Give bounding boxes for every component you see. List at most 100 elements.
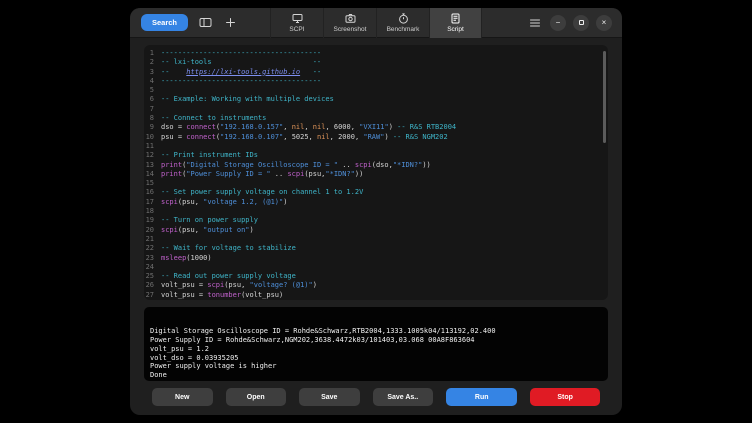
code-text: -- Wait for voltage to stabilize [161, 244, 296, 253]
minimize-button[interactable]: − [550, 15, 566, 31]
code-text: -- Turn on power supply [161, 216, 258, 225]
camera-icon [345, 13, 356, 24]
line-number: 25 [144, 272, 161, 281]
line-number: 7 [144, 105, 161, 114]
code-text: dso = connect("192.168.0.157", nil, nil,… [161, 123, 456, 132]
menu-button[interactable] [527, 15, 543, 31]
line-number: 26 [144, 281, 161, 290]
code-text: -------------------------------------- [161, 77, 321, 86]
line-number: 5 [144, 86, 161, 95]
line-number: 6 [144, 95, 161, 104]
code-text: volt_psu = tonumber(volt_psu) [161, 291, 283, 300]
titlebar: Search SCPI Screenshot Benchmark [130, 8, 622, 38]
new-tab-button[interactable] [222, 15, 238, 31]
code-line: 5 [144, 86, 608, 95]
code-text: print("Digital Storage Oscilloscope ID =… [161, 161, 431, 170]
code-text: -- lxi-tools -- [161, 58, 321, 67]
code-line: 14print("Power Supply ID = " .. scpi(psu… [144, 170, 608, 179]
code-line: 4-------------------------------------- [144, 77, 608, 86]
code-text: volt_psu = scpi(psu, "voltage? (@1)") [161, 281, 317, 290]
window-content: 1--------------------------------------2… [130, 38, 622, 415]
line-number: 16 [144, 188, 161, 197]
code-text: scpi(psu, "voltage 1.2, (@1)") [161, 198, 287, 207]
console-line: volt_psu = 1.2 [150, 345, 602, 354]
line-number: 3 [144, 68, 161, 77]
lxi-tools-window: Search SCPI Screenshot Benchmark [130, 8, 622, 415]
stop-button[interactable]: Stop [530, 388, 600, 406]
new-button[interactable]: New [152, 388, 213, 406]
code-line: 17scpi(psu, "voltage 1.2, (@1)") [144, 198, 608, 207]
code-text: -------------------------------------- [161, 49, 321, 58]
code-line: 11 [144, 142, 608, 151]
maximize-button[interactable] [573, 15, 589, 31]
display-icon [292, 13, 303, 24]
hamburger-icon [529, 18, 541, 28]
code-line: 1-------------------------------------- [144, 49, 608, 58]
run-button[interactable]: Run [446, 388, 517, 406]
code-line: 22-- Wait for voltage to stabilize [144, 244, 608, 253]
code-text: -- Print instrument IDs [161, 151, 258, 160]
line-number: 2 [144, 58, 161, 67]
code-text: -- Read out power supply voltage [161, 272, 296, 281]
console-line: volt_dso = 0.03935205 [150, 354, 602, 363]
maximize-icon [579, 20, 584, 25]
titlebar-right-controls: − × [527, 15, 622, 31]
line-number: 11 [144, 142, 161, 151]
line-number: 27 [144, 291, 161, 300]
code-line: 24 [144, 263, 608, 272]
code-line: 15 [144, 179, 608, 188]
code-line: 20scpi(psu, "output on") [144, 226, 608, 235]
save-button[interactable]: Save [299, 388, 360, 406]
line-number: 17 [144, 198, 161, 207]
code-text: print("Power Supply ID = " .. scpi(psu,"… [161, 170, 363, 179]
code-line: 6-- Example: Working with multiple devic… [144, 95, 608, 104]
save-as-button[interactable]: Save As.. [373, 388, 434, 406]
line-number: 14 [144, 170, 161, 179]
code-text: -- Connect to instruments [161, 114, 266, 123]
stopwatch-icon [398, 13, 409, 24]
code-lines: 1--------------------------------------2… [144, 49, 608, 300]
tab-scpi[interactable]: SCPI [270, 8, 323, 38]
console-line: Power Supply ID = Rohde&Schwarz,NGM202,3… [150, 336, 602, 345]
open-button[interactable]: Open [226, 388, 287, 406]
sidebar-icon [199, 17, 212, 28]
script-icon [450, 13, 461, 24]
titlebar-left-controls: Search [130, 14, 238, 31]
editor-scrollbar[interactable] [603, 51, 606, 143]
line-number: 20 [144, 226, 161, 235]
code-line: 19-- Turn on power supply [144, 216, 608, 225]
sidebar-toggle-button[interactable] [197, 15, 213, 31]
script-editor[interactable]: 1--------------------------------------2… [144, 45, 608, 300]
line-number: 18 [144, 207, 161, 216]
line-number: 19 [144, 216, 161, 225]
code-line: 8-- Connect to instruments [144, 114, 608, 123]
code-line: 10psu = connect("192.168.0.107", 5025, n… [144, 133, 608, 142]
code-line: 23msleep(1000) [144, 254, 608, 263]
code-text: -- Set power supply voltage on channel 1… [161, 188, 363, 197]
tab-screenshot[interactable]: Screenshot [323, 8, 376, 38]
console-line: Done [150, 371, 602, 380]
line-number: 22 [144, 244, 161, 253]
tab-benchmark[interactable]: Benchmark [376, 8, 429, 38]
line-number: 4 [144, 77, 161, 86]
line-number: 10 [144, 133, 161, 142]
console-lines: Digital Storage Oscilloscope ID = Rohde&… [150, 327, 602, 379]
code-line: 21 [144, 235, 608, 244]
tab-bar: SCPI Screenshot Benchmark Script [270, 8, 482, 38]
search-button[interactable]: Search [141, 14, 188, 31]
console-line: Digital Storage Oscilloscope ID = Rohde&… [150, 327, 602, 336]
code-line: 26volt_psu = scpi(psu, "voltage? (@1)") [144, 281, 608, 290]
code-text: -- Example: Working with multiple device… [161, 95, 334, 104]
tab-label: Benchmark [387, 26, 420, 33]
code-text: msleep(1000) [161, 254, 212, 263]
output-console: Digital Storage Oscilloscope ID = Rohde&… [144, 307, 608, 381]
code-line: 27volt_psu = tonumber(volt_psu) [144, 291, 608, 300]
line-number: 1 [144, 49, 161, 58]
line-number: 13 [144, 161, 161, 170]
close-button[interactable]: × [596, 15, 612, 31]
tab-label: Script [447, 26, 464, 33]
plus-icon [225, 17, 236, 28]
tab-script[interactable]: Script [429, 8, 482, 38]
line-number: 12 [144, 151, 161, 160]
tab-label: SCPI [289, 26, 304, 33]
